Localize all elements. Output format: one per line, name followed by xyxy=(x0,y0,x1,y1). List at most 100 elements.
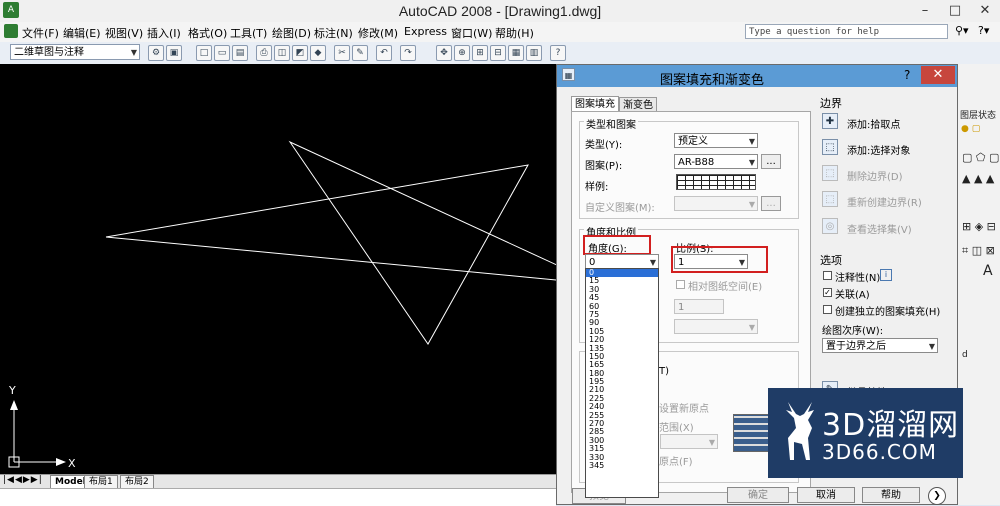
dialog-title: 图案填充和渐变色 xyxy=(659,73,764,88)
document-icon[interactable] xyxy=(4,24,18,38)
add-pick-points-button[interactable]: 添加:拾取点 xyxy=(847,116,900,131)
extent-label: 范围(X) xyxy=(659,423,694,434)
close-window-icon[interactable]: ✕ xyxy=(970,0,1000,22)
watermark-cn: 3D溜溜网 xyxy=(822,408,960,443)
pattern-swatch[interactable] xyxy=(676,174,756,190)
menu-draw[interactable]: 绘图(D) xyxy=(272,25,311,41)
pick-point-icon[interactable]: ✚ xyxy=(822,113,838,129)
select-objects-icon[interactable]: ⬚ xyxy=(822,139,838,155)
menu-view[interactable]: 视图(V) xyxy=(105,25,143,41)
menu-window[interactable]: 窗口(W) xyxy=(451,25,492,41)
associative-checkbox[interactable]: ✓ xyxy=(823,288,832,297)
bulb-icon[interactable]: ● ▢ xyxy=(961,124,980,134)
add-select-objects-button[interactable]: 添加:选择对象 xyxy=(847,142,910,157)
menu-edit[interactable]: 编辑(E) xyxy=(63,25,101,41)
draw-order-label: 绘图次序(W): xyxy=(822,326,884,337)
match-properties-icon[interactable]: ✎ xyxy=(352,45,368,61)
watermark-en: 3D66.COM xyxy=(822,440,937,464)
open-folder-icon[interactable]: ▭ xyxy=(214,45,230,61)
pattern-label: 图案(P): xyxy=(585,161,623,172)
zoom-previous-icon[interactable]: ⊟ xyxy=(490,45,506,61)
more-options-button[interactable]: ❯ xyxy=(928,487,946,505)
new-file-icon[interactable]: □ xyxy=(196,45,212,61)
menu-express[interactable]: Express xyxy=(404,25,447,38)
text-tool-icon[interactable]: A xyxy=(983,263,993,279)
spacing-input[interactable]: 1 xyxy=(674,299,724,314)
workspace-settings-icon[interactable]: ⚙ xyxy=(148,45,164,61)
remove-boundary-icon[interactable]: ⬚ xyxy=(822,165,838,181)
menu-dimension[interactable]: 标注(N) xyxy=(314,25,353,41)
dialog-close-button[interactable]: ✕ xyxy=(921,66,955,84)
redo-icon[interactable]: ↷ xyxy=(400,45,416,61)
angle-value: 0 xyxy=(589,257,596,268)
chevron-down-icon: ▼ xyxy=(748,158,755,167)
zoom-window-icon[interactable]: ⊞ xyxy=(472,45,488,61)
help-dropdown-icon[interactable]: ?▾ xyxy=(978,24,989,37)
relative-paper-checkbox[interactable] xyxy=(676,280,685,289)
undo-icon[interactable]: ↶ xyxy=(376,45,392,61)
custom-browse-button[interactable]: ... xyxy=(761,196,781,211)
properties-icon[interactable]: ▦ xyxy=(508,45,524,61)
relative-paper-label: 相对图纸空间(E) xyxy=(688,282,763,293)
menu-file[interactable]: 文件(F) xyxy=(22,25,59,41)
view-selection-button[interactable]: 查看选择集(V) xyxy=(847,221,912,236)
angle-select[interactable]: 0 ▼ xyxy=(585,254,659,269)
scale-highlight xyxy=(671,246,768,273)
search-icon[interactable]: ⚲▾ xyxy=(955,24,969,37)
pattern-select[interactable]: AR-B88 ▼ xyxy=(674,154,758,169)
modify-tools-2-icon[interactable]: ⌗ ◫ ⊠ xyxy=(962,244,995,258)
origin-position-select[interactable]: ▼ xyxy=(660,434,718,449)
help-button[interactable]: 帮助 xyxy=(862,487,920,503)
menu-modify[interactable]: 修改(M) xyxy=(358,25,398,41)
angle-dropdown-list[interactable]: 0 15 30 45 60 75 90 105 120 135 150 165 180 195 210 225… xyxy=(585,268,659,498)
draw-order-select[interactable]: 置于边界之后 ▼ xyxy=(822,338,938,353)
tab-scroll-arrows-icon[interactable]: |◀◀▶▶| xyxy=(3,475,43,485)
menu-format[interactable]: 格式(O) xyxy=(188,25,227,41)
modify-tools-icon[interactable]: ⊞ ◈ ⊟ xyxy=(962,220,996,233)
menu-help[interactable]: 帮助(H) xyxy=(495,25,534,41)
tab-layout2[interactable]: 布局2 xyxy=(120,475,154,489)
workspace-select[interactable]: 二维草图与注释 ▼ xyxy=(10,44,140,60)
recreate-boundary-button[interactable]: 重新创建边界(R) xyxy=(847,194,922,209)
drawing-canvas[interactable]: Y X xyxy=(0,64,599,474)
dialog-help-icon[interactable]: ? xyxy=(904,68,910,82)
command-line[interactable] xyxy=(0,488,556,506)
maximize-icon[interactable]: □ xyxy=(940,0,970,22)
cancel-button[interactable]: 取消 xyxy=(797,487,855,503)
help-search-input[interactable]: Type a question for help xyxy=(745,24,948,39)
zoom-realtime-icon[interactable]: ⊕ xyxy=(454,45,470,61)
pattern-browse-button[interactable]: ... xyxy=(761,154,781,169)
recreate-boundary-icon[interactable]: ⬚ xyxy=(822,191,838,207)
angle-option[interactable]: 345 xyxy=(586,461,658,470)
iso-pen-width-select[interactable]: ▼ xyxy=(674,319,758,334)
draw-shapes-icon[interactable]: ▢ ⬠ ▢ xyxy=(962,151,999,164)
save-icon[interactable]: ▤ xyxy=(232,45,248,61)
remove-boundary-button[interactable]: 删除边界(D) xyxy=(847,168,903,183)
print-icon[interactable]: ⎙ xyxy=(256,45,272,61)
palette-letter-d: d xyxy=(962,350,968,360)
star-closing-line[interactable] xyxy=(105,236,599,285)
type-pattern-title: 类型和图案 xyxy=(584,116,638,131)
help-icon[interactable]: ? xyxy=(550,45,566,61)
tab-layout1[interactable]: 布局1 xyxy=(84,475,118,489)
draw-tools-icon[interactable]: ▲ ▲ ▲ xyxy=(962,172,994,185)
publish-icon[interactable]: ◩ xyxy=(292,45,308,61)
menu-tools[interactable]: 工具(T) xyxy=(230,25,267,41)
menu-insert[interactable]: 插入(I) xyxy=(147,25,181,41)
annotative-checkbox[interactable] xyxy=(823,271,832,280)
pan-icon[interactable]: ✥ xyxy=(436,45,452,61)
print-preview-icon[interactable]: ◫ xyxy=(274,45,290,61)
calculator-icon[interactable]: ▥ xyxy=(526,45,542,61)
cut-icon[interactable]: ✂ xyxy=(334,45,350,61)
3d-dwf-icon[interactable]: ◆ xyxy=(310,45,326,61)
info-icon[interactable]: i xyxy=(880,269,892,281)
ok-button[interactable]: 确定 xyxy=(727,487,789,503)
custom-pattern-select[interactable]: ▼ xyxy=(674,196,758,211)
minimize-icon[interactable]: – xyxy=(910,0,940,22)
separate-hatches-checkbox[interactable] xyxy=(823,305,832,314)
type-select[interactable]: 预定义 ▼ xyxy=(674,133,758,148)
view-selection-icon[interactable]: ◎ xyxy=(822,218,838,234)
brick-origin-icon xyxy=(733,414,771,452)
chevron-down-icon: ▼ xyxy=(928,342,935,351)
workspace-save-icon[interactable]: ▣ xyxy=(166,45,182,61)
